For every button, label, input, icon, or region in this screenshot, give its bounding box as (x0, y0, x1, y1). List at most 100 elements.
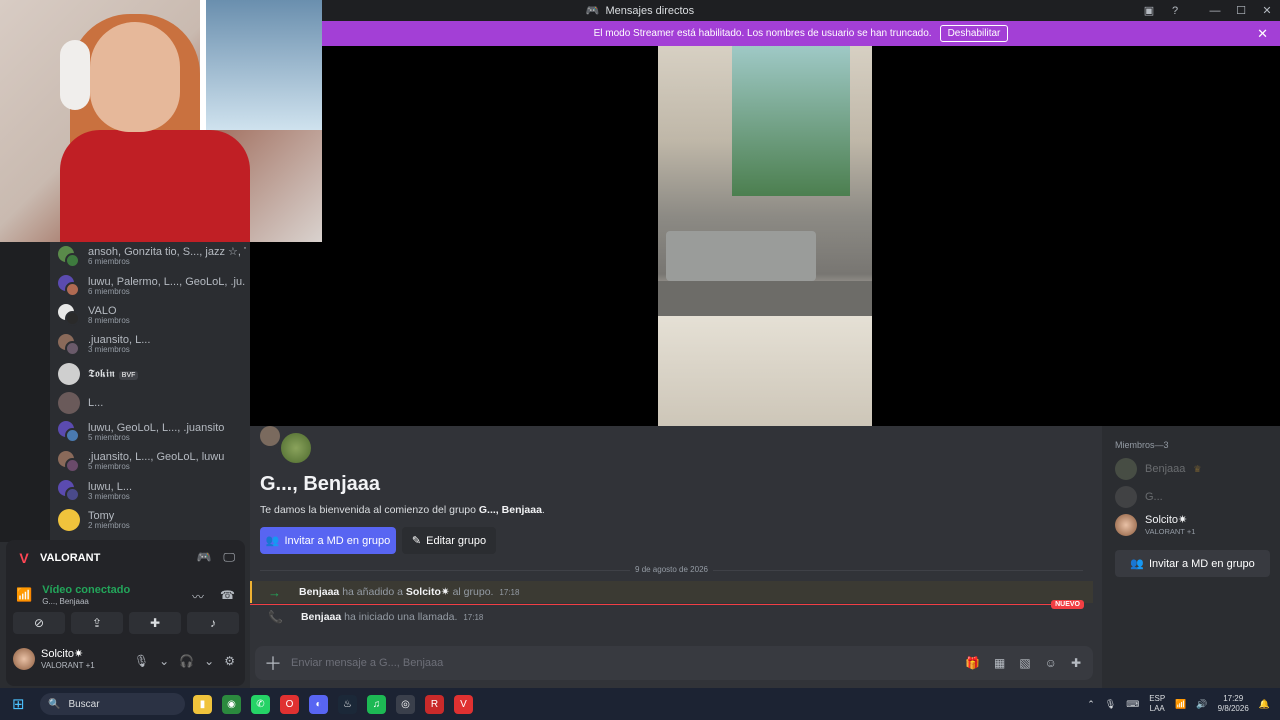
volume-icon[interactable]: 🔊 (1196, 699, 1207, 710)
valorant-icon: V (19, 550, 29, 566)
signal-icon[interactable]: 📶 (16, 587, 32, 603)
help-icon[interactable]: ? (1162, 5, 1188, 17)
voice-panel: V VALORANT 🎮 🖵 📶 Vídeo conectado G..., B… (6, 540, 245, 686)
chevron-up-icon[interactable]: ⌃ (1087, 699, 1095, 710)
avatar (1115, 458, 1137, 480)
apps-icon[interactable]: ✚ (1071, 656, 1081, 670)
dm-sidebar: ansoh, Gonzita tio, S..., jazz ☆, T... 6 … (0, 242, 250, 688)
dm-item[interactable]: luwu, Palermo, L..., GeoLoL, .ju... 6 mie… (54, 271, 246, 300)
taskbar: ⊞ 🔍 Buscar ▮ ◉ ✆ O ◐ ♨ ♫ ◎ R V ⌃ 🎙 ⌨ ESP… (0, 688, 1280, 720)
video-stage[interactable] (250, 46, 1280, 426)
user-avatar (58, 362, 80, 385)
discord-icon: 🎮 (585, 5, 600, 17)
group-icon (260, 426, 314, 466)
user-avatar (58, 509, 80, 532)
add-user-icon: 👥 (1130, 558, 1144, 570)
avatar (1115, 514, 1137, 537)
wifi-icon[interactable]: 📶 (1175, 699, 1186, 710)
member-item[interactable]: Solcito✷ VALORANT +1 (1115, 514, 1195, 536)
edit-group-button[interactable]: ✎ Editar grupo (402, 527, 496, 554)
window-title: 🎮 Mensajes directos (585, 4, 695, 18)
gif-icon[interactable]: ▦ (994, 656, 1005, 670)
dm-list: ansoh, Gonzita tio, S..., jazz ☆, T... 6 … (54, 242, 246, 535)
steam-icon[interactable]: ♨ (338, 694, 357, 714)
obs-icon[interactable]: ◎ (396, 694, 415, 714)
opera-icon[interactable]: O (280, 694, 299, 714)
windows-start-icon[interactable]: ⊞ (12, 695, 32, 713)
group-avatar (58, 304, 80, 327)
chevron-down-icon[interactable]: ⌄ (204, 654, 214, 668)
user-status: VALORANT +1 (41, 661, 95, 671)
taskbar-search[interactable]: 🔍 Buscar (40, 693, 185, 715)
disconnect-icon[interactable]: ☎ (220, 588, 235, 605)
dm-item[interactable]: luwu, L... 3 miembros (54, 476, 246, 505)
spotify-icon[interactable]: ♫ (367, 694, 386, 714)
streamer-banner-text: El modo Streamer está habilitado. Los no… (593, 28, 932, 39)
voice-status[interactable]: Vídeo conectado (42, 584, 130, 597)
server-rail (0, 242, 50, 542)
new-badge: NUEVO (1051, 600, 1084, 609)
emoji-icon[interactable]: ☺ (1045, 656, 1057, 670)
language-indicator[interactable]: ESP LAA (1149, 694, 1165, 713)
inbox-icon[interactable]: ▣ (1136, 4, 1162, 17)
gift-icon[interactable]: 🎁 (965, 656, 980, 670)
invite-group-dm-button[interactable]: 👥 Invitar a MD en grupo (260, 527, 396, 554)
plus-icon[interactable]: ＋ (255, 650, 291, 676)
chrome-icon[interactable]: ◉ (222, 694, 241, 714)
headphones-icon[interactable]: 🎧 (179, 654, 194, 668)
voice-channel[interactable]: G..., Benjaaa (42, 597, 130, 607)
minimize-icon[interactable]: — (1202, 5, 1228, 17)
dm-item[interactable]: VALO 8 miembros (54, 301, 246, 330)
share-screen-button[interactable]: ⇪ (71, 612, 123, 634)
whatsapp-icon[interactable]: ✆ (251, 694, 270, 714)
riot-icon[interactable]: R (425, 694, 444, 714)
camera-off-button[interactable]: ⊘ (13, 612, 65, 634)
chat-area: G..., Benjaaa Te damos la bienvenida al … (250, 426, 1102, 688)
dm-item[interactable]: .juansito, L..., GeoLoL, luwu 5 miembros (54, 447, 246, 476)
maximize-icon[interactable]: ☐ (1228, 4, 1254, 17)
gear-icon[interactable]: ⚙ (224, 654, 235, 668)
invite-group-dm-button-side[interactable]: 👥 Invitar a MD en grupo (1115, 550, 1270, 577)
dm-item[interactable]: Tomy 2 miembros (54, 506, 246, 535)
group-avatar (58, 480, 80, 503)
clan-tag: BVF (118, 370, 139, 380)
system-message: 📞 Benjaaa ha iniciado una llamada. 17:18 (268, 610, 484, 624)
crown-icon: ♛ (1193, 463, 1202, 474)
group-title: G..., Benjaaa (260, 473, 381, 495)
user-panel[interactable]: Solcito✷ VALORANT +1 (13, 648, 95, 671)
members-panel: Miembros—3 Benjaaa ♛ G... Solcito✷ VALOR… (1102, 426, 1280, 688)
microphone-tray-icon[interactable]: 🎙 (1105, 699, 1116, 710)
valorant-app-icon[interactable]: V (454, 694, 473, 714)
message-input[interactable]: Enviar mensaje a G..., Benjaaa (291, 657, 965, 669)
noise-suppression-icon[interactable]: 〰 (192, 588, 204, 605)
controller-icon[interactable]: 🎮 (196, 550, 211, 565)
member-item[interactable]: Benjaaa ♛ (1115, 458, 1201, 480)
sticker-icon[interactable]: ▧ (1019, 656, 1030, 670)
dm-item[interactable]: L... (54, 388, 246, 417)
microphone-icon[interactable]: 🎙 (134, 654, 149, 668)
screen-icon[interactable]: 🖵 (223, 550, 235, 565)
dm-item[interactable]: ansoh, Gonzita tio, S..., jazz ☆, T... 6 … (54, 242, 246, 271)
welcome-text: Te damos la bienvenida al comienzo del g… (260, 504, 545, 516)
notification-icon[interactable]: 🔔 (1259, 699, 1270, 710)
banner-close-icon[interactable]: ✕ (1257, 26, 1268, 42)
file-explorer-icon[interactable]: ▮ (193, 694, 212, 714)
arrow-right-icon: → (268, 584, 281, 600)
close-icon[interactable]: ✕ (1254, 4, 1280, 17)
disable-streamer-button[interactable]: Deshabilitar (939, 25, 1009, 42)
group-avatar (58, 333, 80, 356)
dm-item[interactable]: 𝕿𝖔𝖐𝖎𝖓 BVF (54, 359, 246, 388)
dm-item[interactable]: luwu, GeoLoL, L..., .juansito 5 miembros (54, 418, 246, 447)
keyboard-icon[interactable]: ⌨ (1126, 699, 1139, 710)
soundboard-button[interactable]: ♪ (187, 612, 239, 634)
clock[interactable]: 17:29 9/8/2026 (1218, 694, 1249, 713)
system-tray: ⌃ 🎙 ⌨ ESP LAA 📶 🔊 17:29 9/8/2026 🔔 (1087, 688, 1270, 720)
activities-button[interactable]: ✚ (129, 612, 181, 634)
dm-item[interactable]: .juansito, L... 3 miembros (54, 330, 246, 359)
message-composer[interactable]: ＋ Enviar mensaje a G..., Benjaaa 🎁 ▦ ▧ ☺… (255, 646, 1093, 680)
streamer-mode-banner: El modo Streamer está habilitado. Los no… (322, 21, 1280, 46)
chevron-down-icon[interactable]: ⌄ (159, 654, 169, 668)
discord-app-icon[interactable]: ◐ (309, 694, 328, 714)
member-item[interactable]: G... (1115, 486, 1163, 508)
video-feed[interactable] (658, 46, 872, 426)
